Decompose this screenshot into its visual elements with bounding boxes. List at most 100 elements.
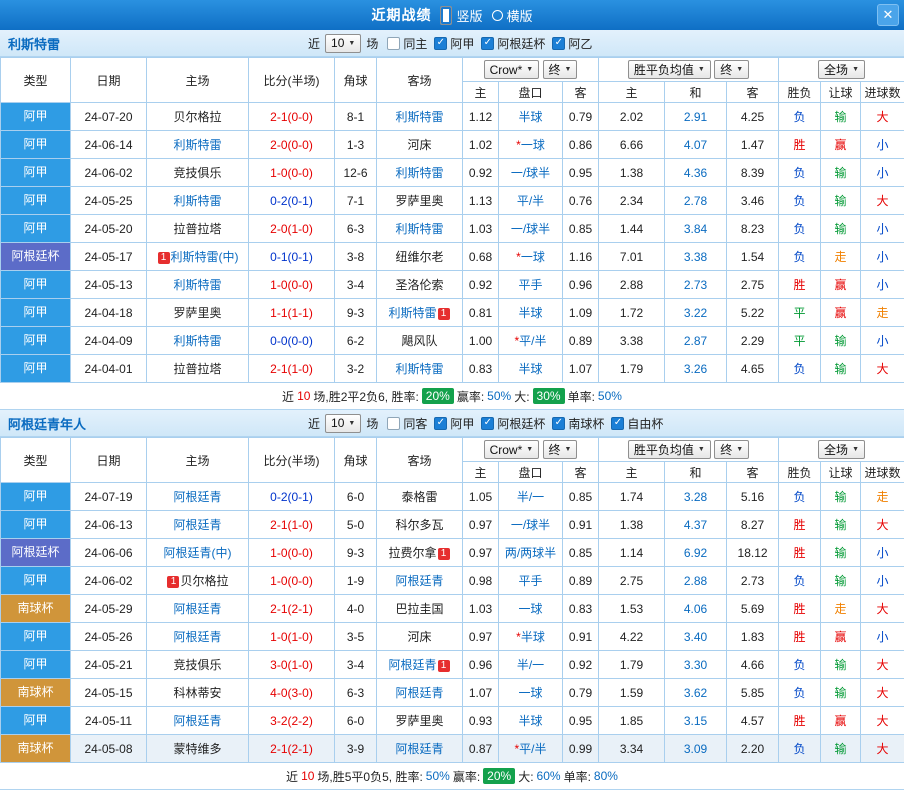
- ah-away-odds-cell: 0.85: [563, 539, 599, 567]
- ah-away-odds-cell: 0.95: [563, 159, 599, 187]
- ah-line-cell: 半球: [499, 103, 563, 131]
- radio-horizontal-layout[interactable]: 横版: [492, 6, 533, 25]
- checkbox-icon[interactable]: ✓: [481, 37, 494, 50]
- corner-cell: 1-3: [335, 131, 377, 159]
- league-badge: 阿甲: [1, 623, 70, 650]
- eu-home-odds-cell: 1.44: [599, 215, 665, 243]
- filter-checkbox-checked[interactable]: ✓阿根廷杯: [481, 35, 545, 52]
- home-team-cell: 阿根廷青(中): [147, 539, 249, 567]
- col-ah-away: 客: [563, 462, 599, 483]
- filter-checkbox-checked[interactable]: ✓阿甲: [434, 415, 474, 432]
- eu-away-odds-cell: 8.39: [727, 159, 779, 187]
- score-cell: 1-0(0-0): [249, 271, 335, 299]
- checkbox-icon[interactable]: ✓: [611, 417, 624, 430]
- league-type-cell: 阿甲: [1, 187, 71, 215]
- close-button[interactable]: ✕: [877, 4, 899, 26]
- eu-final-select[interactable]: 终▼: [714, 60, 749, 79]
- eu-odds-header: 胜平负均值▼ 终▼: [599, 438, 779, 462]
- checkbox-icon[interactable]: ✓: [434, 417, 447, 430]
- result-cell: 平: [779, 299, 821, 327]
- page-title: 近期战绩: [371, 5, 431, 25]
- filter-checkbox-checked[interactable]: ✓阿乙: [552, 35, 592, 52]
- full-match-select[interactable]: 全场▼: [818, 440, 865, 459]
- date-cell: 24-06-02: [71, 159, 147, 187]
- chevron-down-icon: ▼: [852, 446, 859, 453]
- checkbox-icon[interactable]: [387, 37, 400, 50]
- filter-checkbox-checked[interactable]: ✓自由杯: [611, 415, 663, 432]
- ah-line-cell: *半球: [499, 623, 563, 651]
- radio-vertical-layout[interactable]: 竖版: [440, 6, 482, 25]
- eu-draw-odds-cell: 2.87: [665, 327, 727, 355]
- summary-segment: 单率:: [568, 388, 595, 405]
- summary-segment: 50%: [426, 769, 450, 783]
- eu-average-select[interactable]: 胜平负均值▼: [628, 440, 711, 459]
- result-cell: 胜: [779, 131, 821, 159]
- filter-checkbox-checked[interactable]: ✓南球杯: [552, 415, 604, 432]
- eu-away-odds-cell: 5.22: [727, 299, 779, 327]
- eu-final-select[interactable]: 终▼: [714, 440, 749, 459]
- match-row: 南球杯24-05-29阿根廷青2-1(2-1)4-0巴拉圭国1.03一球0.83…: [1, 595, 904, 623]
- near-label: 近: [308, 415, 320, 432]
- filter-checkbox-unchecked[interactable]: 同主: [387, 35, 427, 52]
- league-type-cell: 阿甲: [1, 299, 71, 327]
- ah-final-select[interactable]: 终▼: [543, 60, 578, 79]
- eu-away-odds-cell: 1.54: [727, 243, 779, 271]
- eu-away-odds-cell: 4.25: [727, 103, 779, 131]
- goals-result-cell: 大: [861, 707, 904, 735]
- checkbox-icon[interactable]: ✓: [434, 37, 447, 50]
- ah-line-cell: 半球: [499, 355, 563, 383]
- handicap-result-cell: 赢: [821, 707, 861, 735]
- league-badge: 阿甲: [1, 651, 70, 678]
- home-team-cell: 蒙特维多: [147, 735, 249, 763]
- goals-result-cell: 小: [861, 327, 904, 355]
- home-team-cell: 拉普拉塔: [147, 215, 249, 243]
- eu-home-odds-cell: 1.85: [599, 707, 665, 735]
- filter-checkbox-checked[interactable]: ✓阿甲: [434, 35, 474, 52]
- filter-checkbox-unchecked[interactable]: 同客: [387, 415, 427, 432]
- ah-line-cell: 半/一: [499, 651, 563, 679]
- checkbox-icon[interactable]: [387, 417, 400, 430]
- date-cell: 24-05-20: [71, 215, 147, 243]
- score-cell: 1-1(1-1): [249, 299, 335, 327]
- bookmaker-select[interactable]: Crow*▼: [484, 440, 540, 459]
- full-match-select[interactable]: 全场▼: [818, 60, 865, 79]
- corner-cell: 3-4: [335, 651, 377, 679]
- filter-checkbox-checked[interactable]: ✓阿根廷杯: [481, 415, 545, 432]
- filter-label: 阿根廷杯: [497, 35, 545, 52]
- eu-average-select[interactable]: 胜平负均值▼: [628, 60, 711, 79]
- filter-label: 阿甲: [450, 35, 474, 52]
- radio-icon[interactable]: [492, 10, 503, 21]
- eu-home-odds-cell: 1.14: [599, 539, 665, 567]
- away-team-cell: 罗萨里奥: [377, 707, 463, 735]
- match-count-select[interactable]: 10▼: [325, 414, 361, 433]
- away-team-cell: 河床: [377, 623, 463, 651]
- handicap-result-cell: 输: [821, 539, 861, 567]
- corner-cell: 8-1: [335, 103, 377, 131]
- checkbox-icon[interactable]: ✓: [552, 37, 565, 50]
- result-cell: 负: [779, 103, 821, 131]
- eu-home-odds-cell: 7.01: [599, 243, 665, 271]
- summary-segment: 30%: [533, 388, 565, 404]
- bookmaker-select[interactable]: Crow*▼: [484, 60, 540, 79]
- eu-away-odds-cell: 4.65: [727, 355, 779, 383]
- col-ah-line: 盘口: [499, 462, 563, 483]
- filter-label: 南球杯: [568, 415, 604, 432]
- eu-home-odds-cell: 1.53: [599, 595, 665, 623]
- radio-selected-icon[interactable]: [440, 6, 452, 25]
- handicap-result-cell: 赢: [821, 271, 861, 299]
- away-team-cell: 河床: [377, 131, 463, 159]
- eu-draw-odds-cell: 3.22: [665, 299, 727, 327]
- league-badge: 阿甲: [1, 299, 70, 326]
- ah-final-select[interactable]: 终▼: [543, 440, 578, 459]
- col-result: 胜负: [779, 82, 821, 103]
- red-card-badge: 1: [158, 252, 170, 264]
- handicap-result-cell: 输: [821, 159, 861, 187]
- league-badge: 阿甲: [1, 187, 70, 214]
- checkbox-icon[interactable]: ✓: [481, 417, 494, 430]
- match-count-select[interactable]: 10▼: [325, 34, 361, 53]
- home-team-cell: 利斯特雷: [147, 187, 249, 215]
- away-team-cell: 阿根廷青1: [377, 651, 463, 679]
- filter-group: 同主✓阿甲✓阿根廷杯✓阿乙: [387, 35, 592, 52]
- checkbox-icon[interactable]: ✓: [552, 417, 565, 430]
- col-eu-home: 主: [599, 82, 665, 103]
